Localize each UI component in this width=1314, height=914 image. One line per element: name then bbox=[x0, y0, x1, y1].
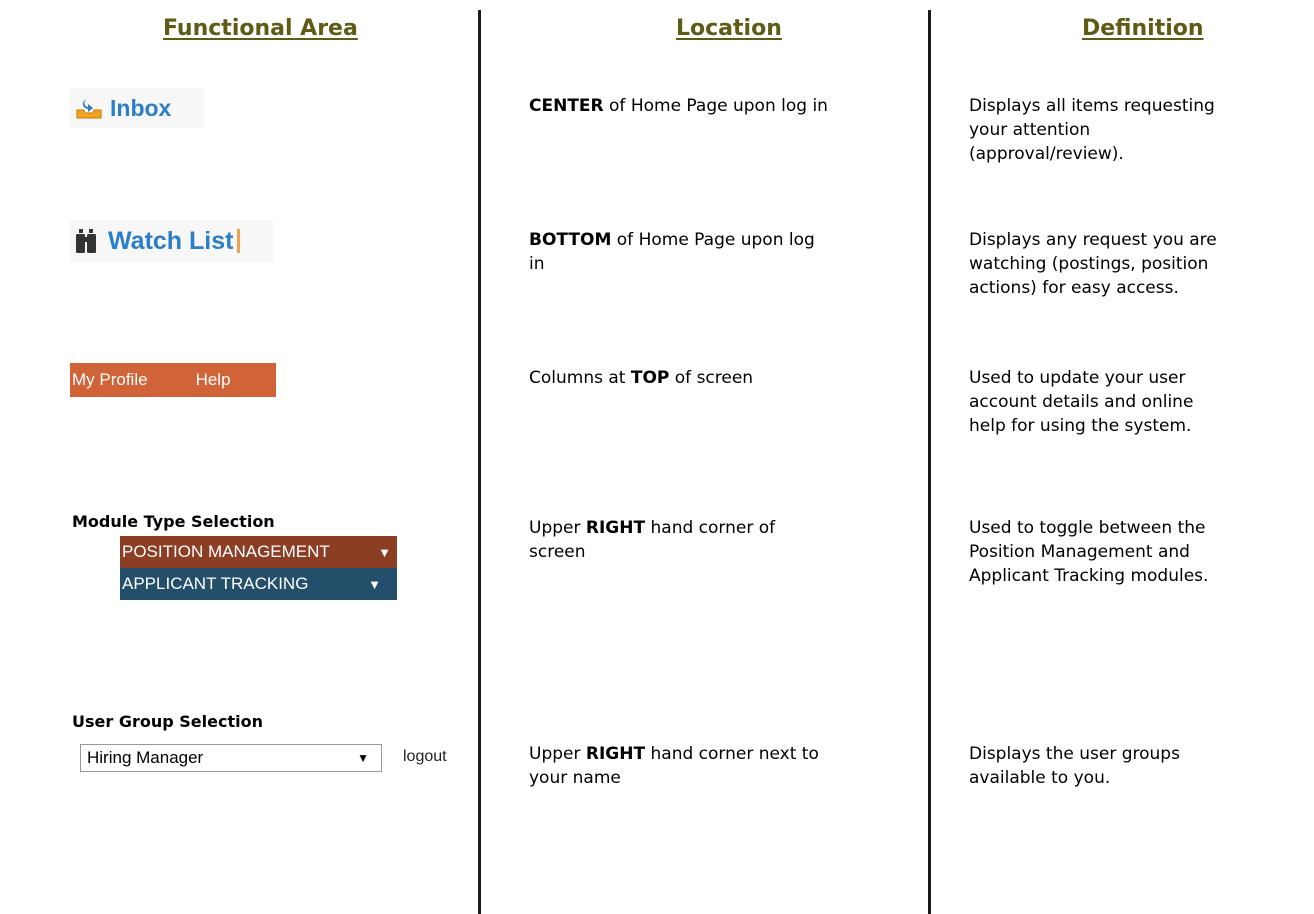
user-group-select[interactable]: Hiring Manager ▼ bbox=[80, 744, 382, 772]
user-group-selection-title: User Group Selection bbox=[72, 712, 263, 731]
watch-list-button[interactable]: Watch List bbox=[70, 220, 273, 262]
logout-link[interactable]: logout bbox=[403, 748, 447, 766]
binoculars-icon bbox=[74, 228, 98, 254]
user-group-selected-value: Hiring Manager bbox=[87, 748, 204, 767]
inbox-button[interactable]: Inbox bbox=[70, 88, 204, 128]
inbox-label: Inbox bbox=[110, 94, 172, 121]
inbox-tray-icon bbox=[76, 97, 102, 119]
module-type-selection-title: Module Type Selection bbox=[72, 512, 275, 531]
my-profile-link[interactable]: My Profile bbox=[72, 370, 148, 390]
location-module: Upper RIGHT hand corner of screen bbox=[529, 518, 776, 562]
module-option-label: APPLICANT TRACKING bbox=[122, 574, 309, 593]
profile-help-menu-bar: My Profile Help bbox=[70, 363, 276, 397]
header-definition: Definition bbox=[1082, 16, 1204, 41]
header-location: Location bbox=[676, 16, 782, 41]
chevron-down-icon: ▼ bbox=[378, 544, 391, 560]
location-watch-list: BOTTOM of Home Page upon log in bbox=[529, 230, 815, 274]
column-divider-right bbox=[928, 10, 931, 914]
module-option-position-management[interactable]: POSITION MANAGEMENT ▼ bbox=[120, 536, 397, 568]
watch-list-badge-edge bbox=[237, 229, 241, 253]
definition-watch-list: Displays any request you are watching (p… bbox=[969, 230, 1217, 298]
chevron-down-icon: ▼ bbox=[357, 751, 369, 765]
definition-module: Used to toggle between the Position Mana… bbox=[969, 518, 1209, 586]
location-user-group: Upper RIGHT hand corner next to your nam… bbox=[529, 744, 819, 788]
header-functional-area: Functional Area bbox=[163, 16, 358, 41]
location-inbox: CENTER of Home Page upon log in bbox=[529, 96, 828, 116]
definition-user-group: Displays the user groups available to yo… bbox=[969, 744, 1180, 788]
help-link[interactable]: Help bbox=[196, 370, 231, 390]
definition-inbox: Displays all items requesting your atten… bbox=[969, 96, 1215, 164]
column-divider-left bbox=[478, 10, 481, 914]
definition-profile: Used to update your user account details… bbox=[969, 368, 1194, 436]
module-option-applicant-tracking[interactable]: APPLICANT TRACKING ▼ bbox=[120, 568, 397, 600]
location-profile: Columns at TOP of screen bbox=[529, 368, 754, 388]
watch-list-label: Watch List bbox=[108, 226, 234, 255]
module-option-label: POSITION MANAGEMENT bbox=[122, 542, 330, 561]
chevron-down-icon: ▼ bbox=[368, 576, 381, 592]
